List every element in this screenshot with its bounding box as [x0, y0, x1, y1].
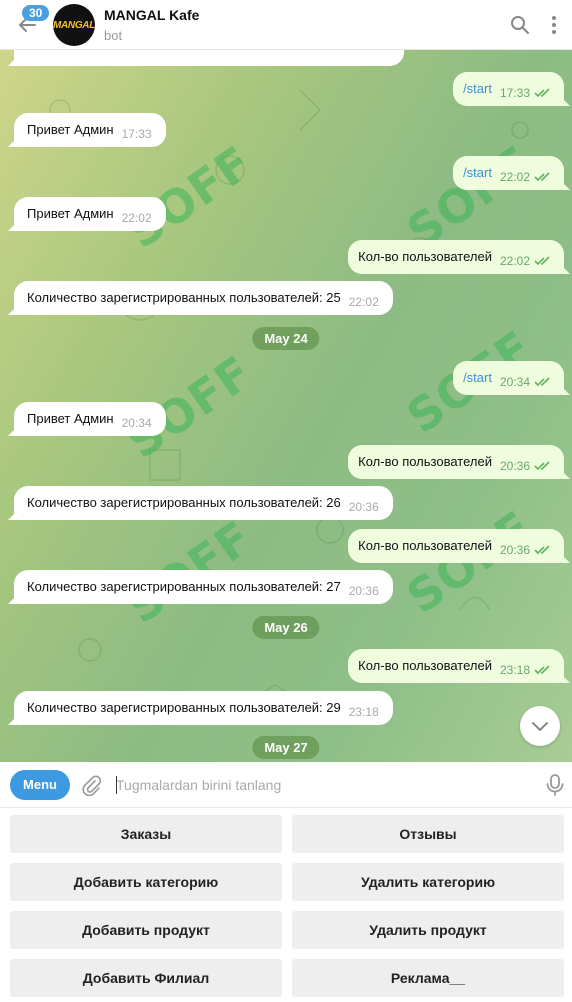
- message-time: 20:36: [348, 584, 379, 598]
- message-time: 20:34: [121, 416, 152, 430]
- message-input-bar: Menu: [0, 762, 572, 808]
- read-check-icon: [534, 256, 550, 266]
- read-check-icon: [534, 377, 550, 387]
- message-time: 23:18: [499, 663, 530, 677]
- message-bubble-incoming[interactable]: Количество зарегистрированных пользовате…: [8, 570, 393, 604]
- avatar[interactable]: MANGAL: [53, 4, 95, 46]
- message-time: 17:33: [121, 127, 152, 141]
- scroll-down-button[interactable]: [520, 706, 560, 746]
- unread-count-badge: 30: [22, 5, 50, 21]
- read-check-icon: [534, 545, 550, 555]
- message-time: 20:34: [499, 375, 530, 389]
- message-bubble-incoming[interactable]: Количество зарегистрированных пользовате…: [8, 486, 393, 520]
- message-text: Кол-во пользователей: [358, 249, 492, 264]
- message-bubble-outgoing[interactable]: Кол-во пользователей 20:36: [348, 529, 570, 563]
- message-time: 20:36: [499, 543, 530, 557]
- keyboard-button-orders[interactable]: Заказы: [10, 815, 282, 853]
- message-time: 17:33: [499, 86, 530, 100]
- command-link[interactable]: /start: [463, 81, 492, 96]
- read-check-icon: [534, 461, 550, 471]
- chat-header: 30 MANGAL MANGAL Kafe bot: [0, 0, 572, 50]
- keyboard-button-delete-product[interactable]: Удалить продукт: [292, 911, 564, 949]
- keyboard-button-delete-category[interactable]: Удалить категорию: [292, 863, 564, 901]
- message-time: 20:36: [348, 500, 379, 514]
- message-text: Количество зарегистрированных пользовате…: [27, 579, 341, 594]
- message-input[interactable]: [116, 774, 516, 796]
- chat-area[interactable]: SOFF SOFF SOFF SOFF SOFF SOFF /start17:3…: [0, 50, 572, 762]
- message-time: 20:36: [499, 459, 530, 473]
- keyboard-button-reviews[interactable]: Отзывы: [292, 815, 564, 853]
- keyboard-button-advertising[interactable]: Реклама__: [292, 959, 564, 997]
- command-link[interactable]: /start: [463, 370, 492, 385]
- command-link[interactable]: /start: [463, 165, 492, 180]
- message-bubble-outgoing[interactable]: Кол-во пользователей 23:18: [348, 649, 570, 683]
- keyboard-button-add-category[interactable]: Добавить категорию: [10, 863, 282, 901]
- message-bubble-outgoing[interactable]: /start 22:02: [453, 156, 570, 190]
- microphone-icon[interactable]: [544, 773, 566, 797]
- avatar-logo-text: MANGAL: [53, 19, 95, 31]
- message-bubble-incoming[interactable]: [8, 50, 404, 66]
- message-bubble-incoming[interactable]: Привет Админ 22:02: [8, 197, 166, 231]
- chevron-down-icon: [532, 722, 548, 731]
- read-check-icon: [534, 172, 550, 182]
- message-text: Кол-во пользователей: [358, 538, 492, 553]
- keyboard-button-add-branch[interactable]: Добавить Филиал: [10, 959, 282, 997]
- text-caret: [116, 776, 117, 794]
- message-text: Количество зарегистрированных пользовате…: [27, 290, 341, 305]
- message-time: 22:02: [348, 295, 379, 309]
- message-text: Количество зарегистрированных пользовате…: [27, 495, 341, 510]
- message-text: Привет Админ: [27, 206, 114, 221]
- message-text: Кол-во пользователей: [358, 454, 492, 469]
- message-text: Привет Админ: [27, 411, 114, 426]
- message-time: 22:02: [499, 254, 530, 268]
- message-time: 23:18: [348, 705, 379, 719]
- chat-title[interactable]: MANGAL Kafe: [104, 7, 199, 23]
- date-separator: May 24: [252, 327, 320, 350]
- message-text: Кол-во пользователей: [358, 658, 492, 673]
- date-separator: May 26: [252, 616, 320, 639]
- message-bubble-outgoing[interactable]: Кол-во пользователей 20:36: [348, 445, 570, 479]
- message-text: Количество зарегистрированных пользовате…: [27, 700, 341, 715]
- menu-button[interactable]: Menu: [10, 770, 70, 800]
- message-bubble-incoming[interactable]: Привет Админ 17:33: [8, 113, 166, 147]
- message-bubble-outgoing[interactable]: /start 20:34: [453, 361, 570, 395]
- keyboard-button-add-product[interactable]: Добавить продукт: [10, 911, 282, 949]
- message-bubble-outgoing[interactable]: /start 17:33: [453, 72, 570, 106]
- message-bubble-incoming[interactable]: Количество зарегистрированных пользовате…: [8, 281, 393, 315]
- bot-reply-keyboard: Заказы Отзывы Добавить категорию Удалить…: [0, 808, 572, 1002]
- message-time: 22:02: [121, 211, 152, 225]
- message-bubble-incoming[interactable]: Привет Админ 20:34: [8, 402, 166, 436]
- date-separator: May 27: [252, 736, 320, 759]
- read-check-icon: [534, 88, 550, 98]
- message-bubble-incoming[interactable]: Количество зарегистрированных пользовате…: [8, 691, 393, 725]
- chat-subtitle: bot: [104, 28, 123, 43]
- more-vertical-icon[interactable]: [543, 14, 565, 36]
- message-text: Привет Админ: [27, 122, 114, 137]
- read-check-icon: [534, 665, 550, 675]
- message-bubble-outgoing[interactable]: Кол-во пользователей 22:02: [348, 240, 570, 274]
- message-time: 22:02: [499, 170, 530, 184]
- paperclip-icon[interactable]: [80, 774, 102, 796]
- search-icon[interactable]: [509, 14, 531, 36]
